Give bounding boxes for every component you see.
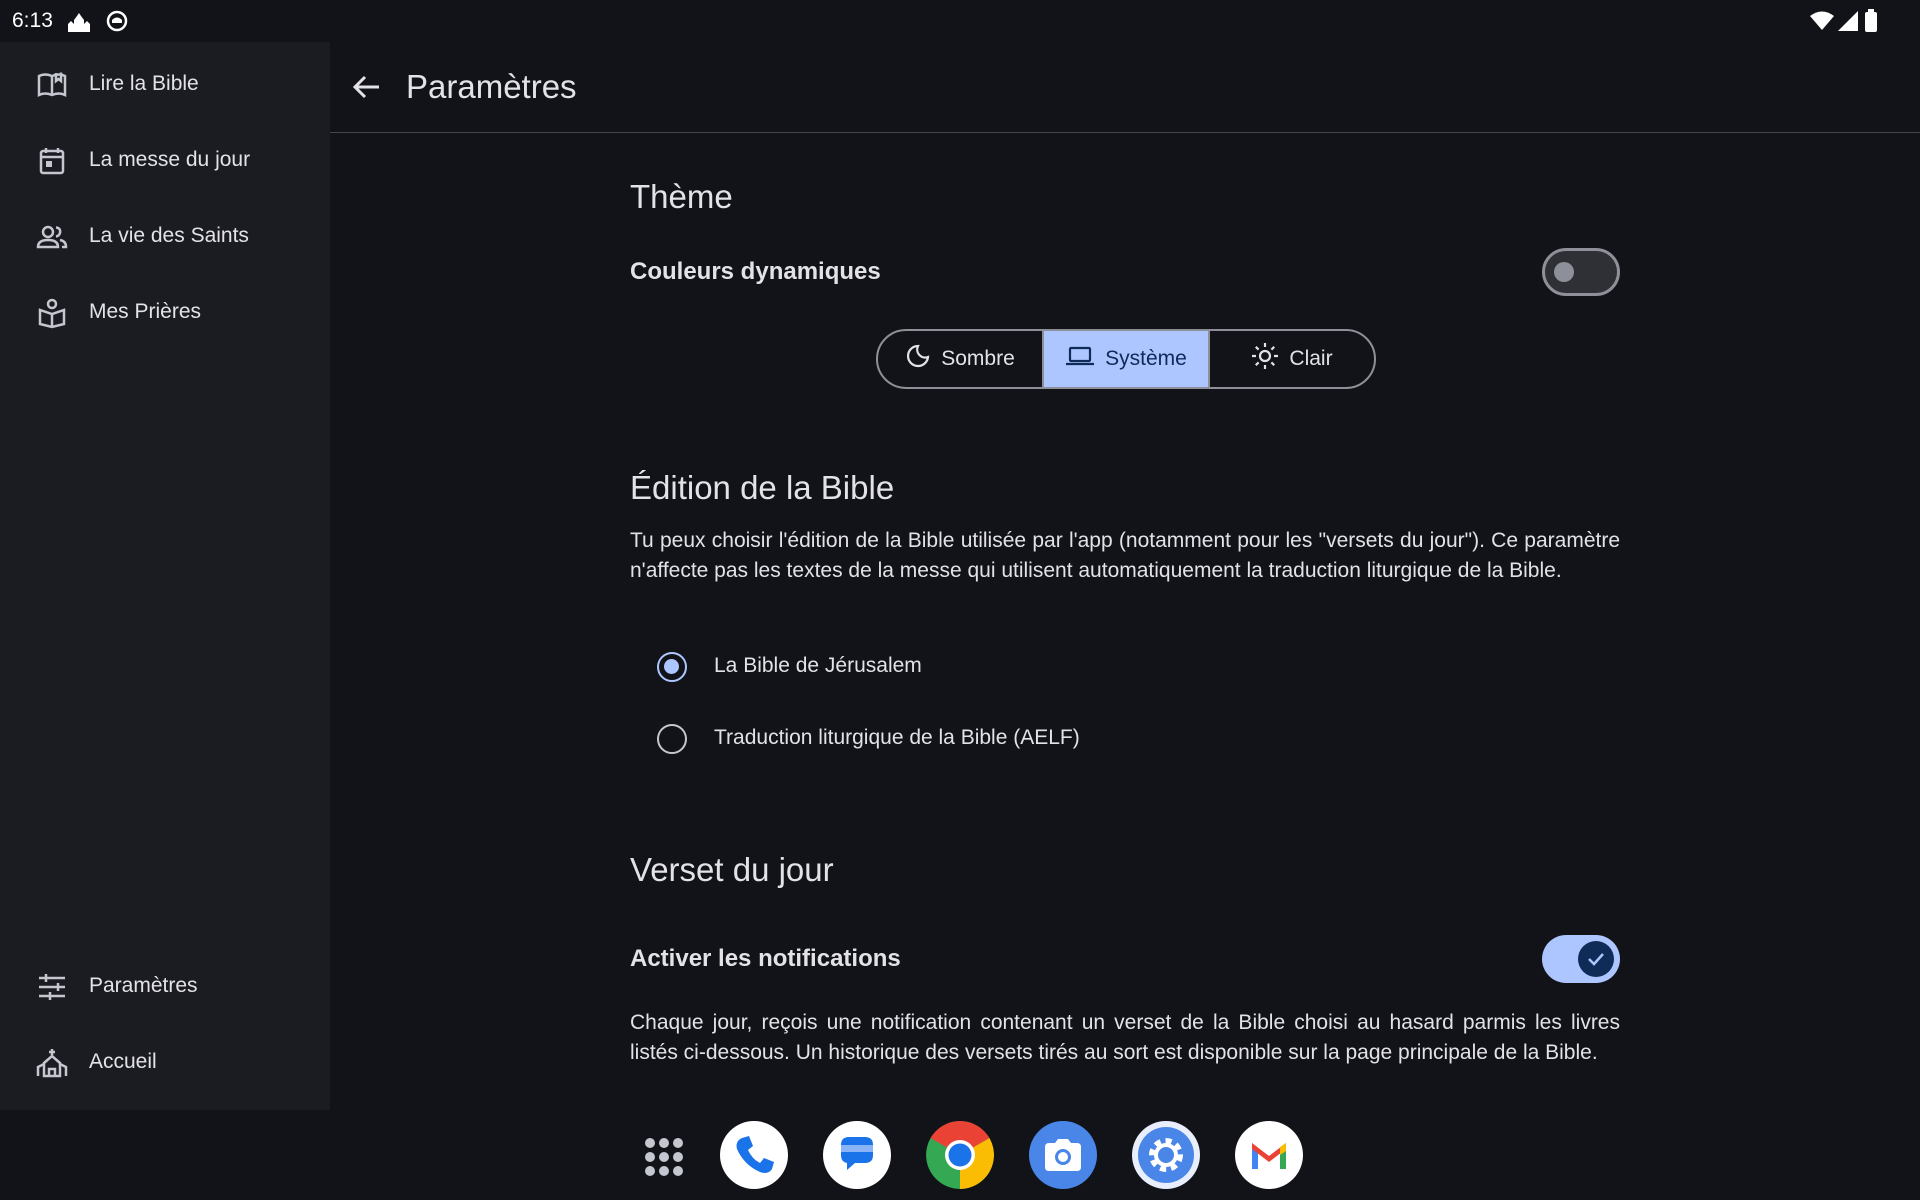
app-drawer-icon[interactable] bbox=[630, 1121, 698, 1189]
nav-item-home[interactable]: Accueil bbox=[0, 1030, 330, 1094]
radio-option-jerusalem[interactable]: La Bible de Jérusalem bbox=[630, 640, 1230, 694]
radio-button[interactable] bbox=[657, 652, 687, 682]
wifi-icon bbox=[1810, 11, 1834, 36]
laptop-icon bbox=[1065, 343, 1095, 375]
bible-edition-heading: Édition de la Bible bbox=[630, 469, 895, 506]
gmail-icon[interactable] bbox=[1235, 1121, 1303, 1189]
theme-heading: Thème bbox=[630, 178, 733, 215]
nav-item-my-prayers[interactable]: Mes Prières bbox=[0, 280, 330, 344]
switch-thumb bbox=[1554, 262, 1574, 282]
signal-icon bbox=[1838, 11, 1858, 36]
cathedral-notification-icon bbox=[66, 12, 92, 39]
camera-icon[interactable] bbox=[1029, 1121, 1097, 1189]
radio-label: La Bible de Jérusalem bbox=[714, 654, 922, 677]
nav-item-read-bible[interactable]: Lire la Bible bbox=[0, 52, 330, 116]
nav-item-saints[interactable]: La vie des Saints bbox=[0, 204, 330, 268]
battery-icon bbox=[1864, 9, 1878, 38]
segment-label: Système bbox=[1105, 347, 1187, 370]
verse-of-day-description: Chaque jour, reçois une notification con… bbox=[630, 1011, 1620, 1064]
navigation-drawer: Lire la Bible La messe du jour La vie de… bbox=[0, 42, 330, 1110]
sliders-icon bbox=[36, 971, 68, 1003]
radio-option-aelf[interactable]: Traduction liturgique de la Bible (AELF) bbox=[630, 712, 1230, 766]
notifications-label: Activer les notifications bbox=[630, 945, 901, 972]
nav-item-label: Mes Prières bbox=[89, 300, 202, 323]
people-icon bbox=[36, 221, 68, 253]
book-open-icon bbox=[36, 69, 68, 101]
theme-mode-light-button[interactable]: Clair bbox=[1208, 331, 1374, 387]
theme-mode-segmented-button: Sombre Système Clair bbox=[876, 329, 1376, 389]
dynamic-colors-label: Couleurs dynamiques bbox=[630, 258, 881, 285]
switch-thumb bbox=[1578, 941, 1614, 977]
theme-mode-dark-button[interactable]: Sombre bbox=[878, 331, 1042, 387]
church-icon bbox=[36, 1047, 68, 1079]
nav-item-label: La vie des Saints bbox=[89, 224, 249, 247]
notifications-switch[interactable] bbox=[1542, 935, 1620, 983]
radio-button[interactable] bbox=[657, 724, 687, 754]
sun-icon bbox=[1251, 342, 1279, 376]
nav-item-label: Lire la Bible bbox=[89, 72, 199, 95]
bible-edition-description: Tu peux choisir l'édition de la Bible ut… bbox=[630, 529, 1620, 582]
top-app-bar: Paramètres bbox=[330, 42, 1920, 133]
back-arrow-icon[interactable] bbox=[350, 70, 384, 104]
segment-label: Sombre bbox=[941, 347, 1015, 370]
moon-icon bbox=[905, 343, 931, 375]
settings-icon[interactable] bbox=[1132, 1121, 1200, 1189]
segment-label: Clair bbox=[1289, 347, 1333, 370]
check-icon bbox=[1588, 953, 1604, 966]
messages-icon[interactable] bbox=[823, 1121, 891, 1189]
status-bar: 6:13 bbox=[0, 0, 1920, 42]
app-notification-icon bbox=[106, 10, 128, 37]
nav-item-settings[interactable]: Paramètres bbox=[0, 954, 330, 1018]
nav-item-daily-mass[interactable]: La messe du jour bbox=[0, 128, 330, 192]
dynamic-colors-switch[interactable] bbox=[1542, 248, 1620, 296]
theme-mode-system-button[interactable]: Système bbox=[1042, 331, 1208, 387]
radio-label: Traduction liturgique de la Bible (AELF) bbox=[714, 726, 1080, 749]
chrome-icon[interactable] bbox=[926, 1121, 994, 1189]
prayer-icon bbox=[36, 297, 68, 329]
page-title: Paramètres bbox=[406, 68, 577, 105]
nav-item-label: Accueil bbox=[89, 1050, 157, 1073]
nav-item-label: La messe du jour bbox=[89, 148, 251, 171]
verse-of-day-heading: Verset du jour bbox=[630, 851, 834, 888]
status-time: 6:13 bbox=[12, 9, 53, 32]
phone-icon[interactable] bbox=[720, 1121, 788, 1189]
calendar-icon bbox=[36, 145, 68, 177]
nav-item-label: Paramètres bbox=[89, 974, 198, 997]
